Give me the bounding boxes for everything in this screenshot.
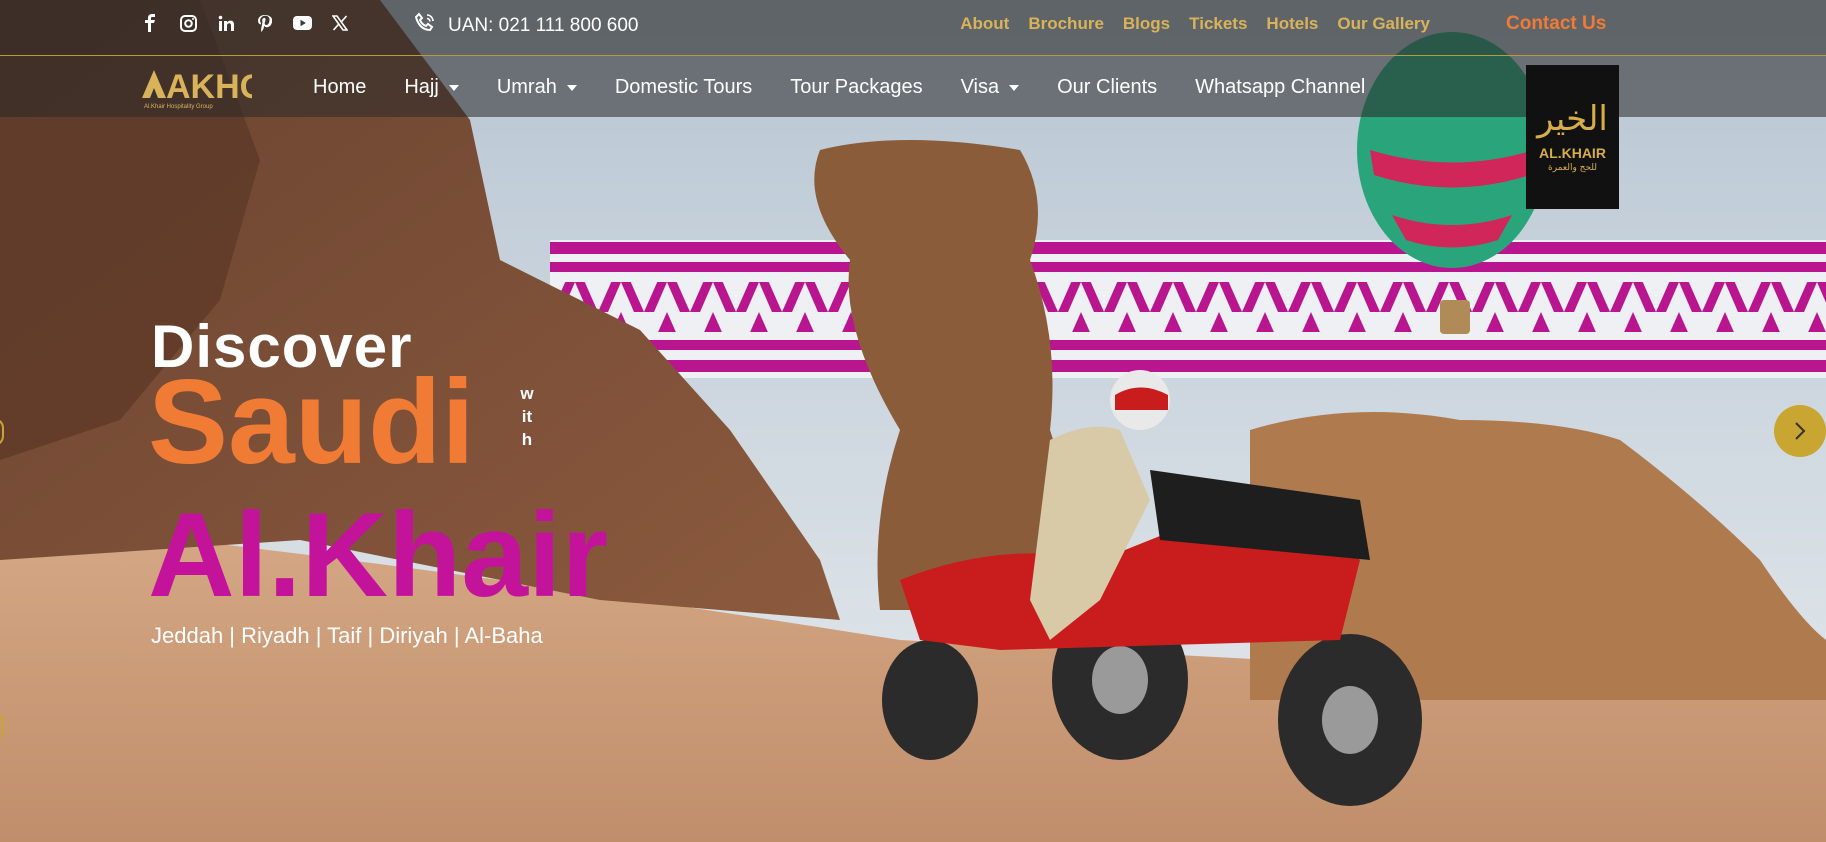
caret-down-icon <box>448 84 459 91</box>
pinterest-icon[interactable] <box>254 13 274 33</box>
uan-number: UAN: 021 111 800 600 <box>448 15 639 36</box>
nav-label: Our Clients <box>1057 76 1158 98</box>
badge-arabic-subtitle: للحج والعمرة <box>1547 162 1598 173</box>
nav-item-tour-packages[interactable]: Tour Packages <box>790 76 922 99</box>
nav-item-home[interactable]: Home <box>313 76 366 99</box>
slider-next-button[interactable] <box>1774 405 1826 457</box>
logo-subtitle: Al.Khair Hospitality Group <box>144 104 213 110</box>
top-link-about[interactable]: About <box>960 14 1009 34</box>
main-menu: Home Hajj Umrah Domestic Tours Tour Pack… <box>313 76 1365 99</box>
nav-label: Tour Packages <box>790 76 923 98</box>
contact-us-link[interactable]: Contact Us <box>1506 13 1606 35</box>
chevron-right-icon <box>1795 422 1806 440</box>
top-link-tickets[interactable]: Tickets <box>1189 14 1247 34</box>
facebook-icon[interactable] <box>140 13 160 33</box>
nav-label: Umrah <box>496 76 557 98</box>
caret-down-icon <box>1009 84 1020 91</box>
badge-english-title: AL.KHAIR <box>1539 144 1606 161</box>
hero-word-with: with <box>520 384 534 449</box>
linkedin-icon[interactable] <box>216 13 236 33</box>
hero-line-saudi: Saudi <box>148 355 475 489</box>
akhg-logo[interactable]: AKHG Al.Khair Hospitality Group <box>138 62 266 112</box>
caret-down-icon <box>566 84 577 91</box>
nav-label: Domestic Tours <box>614 76 753 98</box>
nav-item-domestic-tours[interactable]: Domestic Tours <box>615 76 752 99</box>
nav-item-whatsapp-channel[interactable]: Whatsapp Channel <box>1195 76 1365 99</box>
top-link-brochure[interactable]: Brochure <box>1028 14 1104 34</box>
social-links <box>140 13 350 33</box>
phone-icon <box>414 12 436 40</box>
instagram-icon[interactable] <box>178 13 198 33</box>
badge-arabic-title: الخير <box>1537 99 1608 140</box>
nav-item-visa[interactable]: Visa <box>961 76 1020 99</box>
nav-item-hajj[interactable]: Hajj <box>404 76 459 99</box>
top-link-gallery[interactable]: Our Gallery <box>1337 14 1430 34</box>
top-links: About Brochure Blogs Tickets Hotels Our … <box>960 14 1430 34</box>
nav-label: Visa <box>960 76 1000 98</box>
nav-label: Whatsapp Channel <box>1195 76 1366 98</box>
nav-label: Hajj <box>404 76 439 98</box>
hero-line-alkhair: Al.Khair <box>148 488 609 622</box>
nav-item-umrah[interactable]: Umrah <box>497 76 577 99</box>
nav-label: Home <box>313 76 367 98</box>
x-icon[interactable] <box>330 13 350 33</box>
alkhair-badge-logo[interactable]: الخير AL.KHAIR للحج والعمرة <box>1526 65 1619 209</box>
top-link-hotels[interactable]: Hotels <box>1266 14 1318 34</box>
hero-cities: Jeddah | Riyadh | Taif | Diriyah | Al-Ba… <box>151 623 543 648</box>
youtube-icon[interactable] <box>292 13 312 33</box>
uan-contact[interactable]: UAN: 021 111 800 600 <box>414 12 639 40</box>
nav-item-our-clients[interactable]: Our Clients <box>1057 76 1157 99</box>
logo-letters: AKHG <box>166 68 252 106</box>
top-link-blogs[interactable]: Blogs <box>1123 14 1170 34</box>
